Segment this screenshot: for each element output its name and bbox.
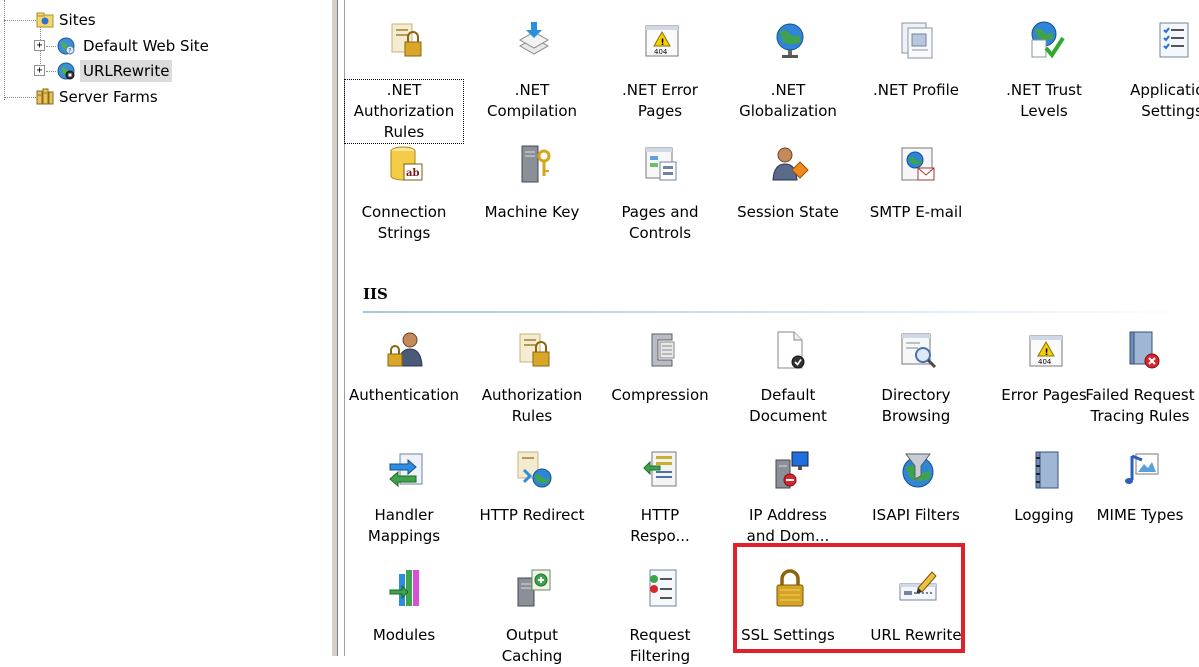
svg-text:!: !	[661, 38, 665, 48]
feature-label: .NET Profile	[872, 81, 960, 99]
feature-label: Compression	[611, 386, 709, 404]
globe-icon	[776, 23, 804, 58]
filter-list-icon	[649, 569, 677, 607]
tree-node-label[interactable]: Server Farms	[56, 86, 161, 108]
response-arrow-icon	[643, 451, 677, 487]
tree-connector	[46, 71, 56, 72]
feature-label: ISAPI Filters	[872, 506, 960, 524]
feature-label: Application Settings	[1130, 81, 1199, 120]
svg-text:?: ?	[68, 48, 71, 55]
tree-connector	[4, 97, 36, 98]
handler-arrows-icon	[389, 453, 423, 488]
trust-globe-check-icon	[1031, 21, 1065, 59]
highlight-box	[733, 543, 965, 653]
lock-document-icon	[519, 333, 550, 367]
compilation-icon	[518, 22, 550, 55]
feature-label: Failed Request Tracing Rules	[1085, 386, 1195, 425]
connections-tree: Sites + ? Default Web Site + URLRewrite	[0, 0, 330, 656]
tree-connector	[46, 46, 56, 47]
feature-label: .NET Error Pages	[622, 81, 698, 120]
tree-node-label[interactable]: Default Web Site	[80, 35, 212, 57]
server-farm-icon	[36, 88, 54, 105]
section-divider	[363, 311, 1199, 313]
tree-node-label[interactable]: Sites	[56, 9, 99, 31]
notebook-error-icon	[1129, 331, 1160, 369]
tree-guide-line	[4, 0, 5, 100]
feature-label: .NET Trust Levels	[1006, 81, 1082, 120]
funnel-globe-icon	[902, 453, 934, 488]
pane-splitter[interactable]	[331, 0, 338, 656]
feature-label: .NET Globalization	[739, 81, 837, 120]
user-lock-icon	[387, 332, 423, 367]
server-cache-icon	[517, 569, 551, 607]
feature-label: Authorization Rules	[481, 386, 583, 425]
music-image-icon	[1125, 453, 1159, 484]
feature-label: Request Filtering	[629, 626, 691, 665]
feature-label: HTTP Redirect	[479, 506, 585, 524]
svg-text:!: !	[1045, 348, 1049, 358]
lock-document-icon	[391, 23, 422, 57]
feature-label: .NET Authorization Rules	[344, 79, 464, 144]
ip-computer-icon	[775, 451, 809, 489]
website-globe-icon: ?	[57, 37, 75, 55]
feature-label: Connection Strings	[361, 203, 447, 242]
feature-label: MIME Types	[1096, 506, 1184, 524]
feature-label: .NET Compilation	[486, 81, 578, 120]
website-globe-icon	[57, 62, 75, 80]
profile-icon	[901, 22, 933, 59]
pages-controls-icon	[645, 147, 677, 181]
browse-magnifier-icon	[901, 333, 937, 369]
notebook-icon	[1035, 451, 1059, 489]
tree-connector	[4, 20, 36, 21]
feature-label: SMTP E-mail	[869, 203, 963, 221]
section-title-iis: IIS	[363, 285, 388, 303]
expand-toggle[interactable]: +	[34, 65, 45, 76]
clamp-icon	[651, 333, 675, 367]
server-key-icon	[521, 145, 551, 183]
feature-label: Handler Mappings	[367, 506, 441, 545]
redirect-globe-icon	[517, 451, 552, 488]
feature-label: Authentication	[348, 386, 460, 404]
mail-globe-icon	[901, 147, 935, 181]
feature-label: Default Document	[749, 386, 827, 425]
svg-text:404: 404	[1038, 358, 1052, 366]
error-404-icon: ! 404	[1029, 335, 1063, 367]
feature-label: HTTP Respo...	[630, 506, 690, 545]
feature-label: Machine Key	[484, 203, 580, 221]
user-diamond-icon	[772, 147, 809, 181]
expand-toggle[interactable]: +	[34, 40, 45, 51]
database-ab-icon: ab	[390, 146, 423, 181]
feature-label: Pages and Controls	[621, 203, 699, 242]
settings-list-icon	[1159, 22, 1189, 58]
feature-label: IP Address and Dom...	[746, 506, 830, 545]
feature-label: Output Caching	[501, 626, 563, 665]
modules-icon	[389, 570, 419, 606]
svg-text:404: 404	[654, 48, 668, 56]
feature-label: Modules	[372, 626, 436, 644]
tree-node-label[interactable]: URLRewrite	[80, 60, 173, 82]
feature-label: Session State	[737, 203, 839, 221]
error-404-icon: ! 404	[645, 25, 679, 57]
feature-label: Directory Browsing	[881, 386, 951, 425]
sites-folder-icon	[36, 12, 54, 28]
document-check-icon	[777, 331, 805, 369]
svg-text:ab: ab	[406, 168, 419, 179]
